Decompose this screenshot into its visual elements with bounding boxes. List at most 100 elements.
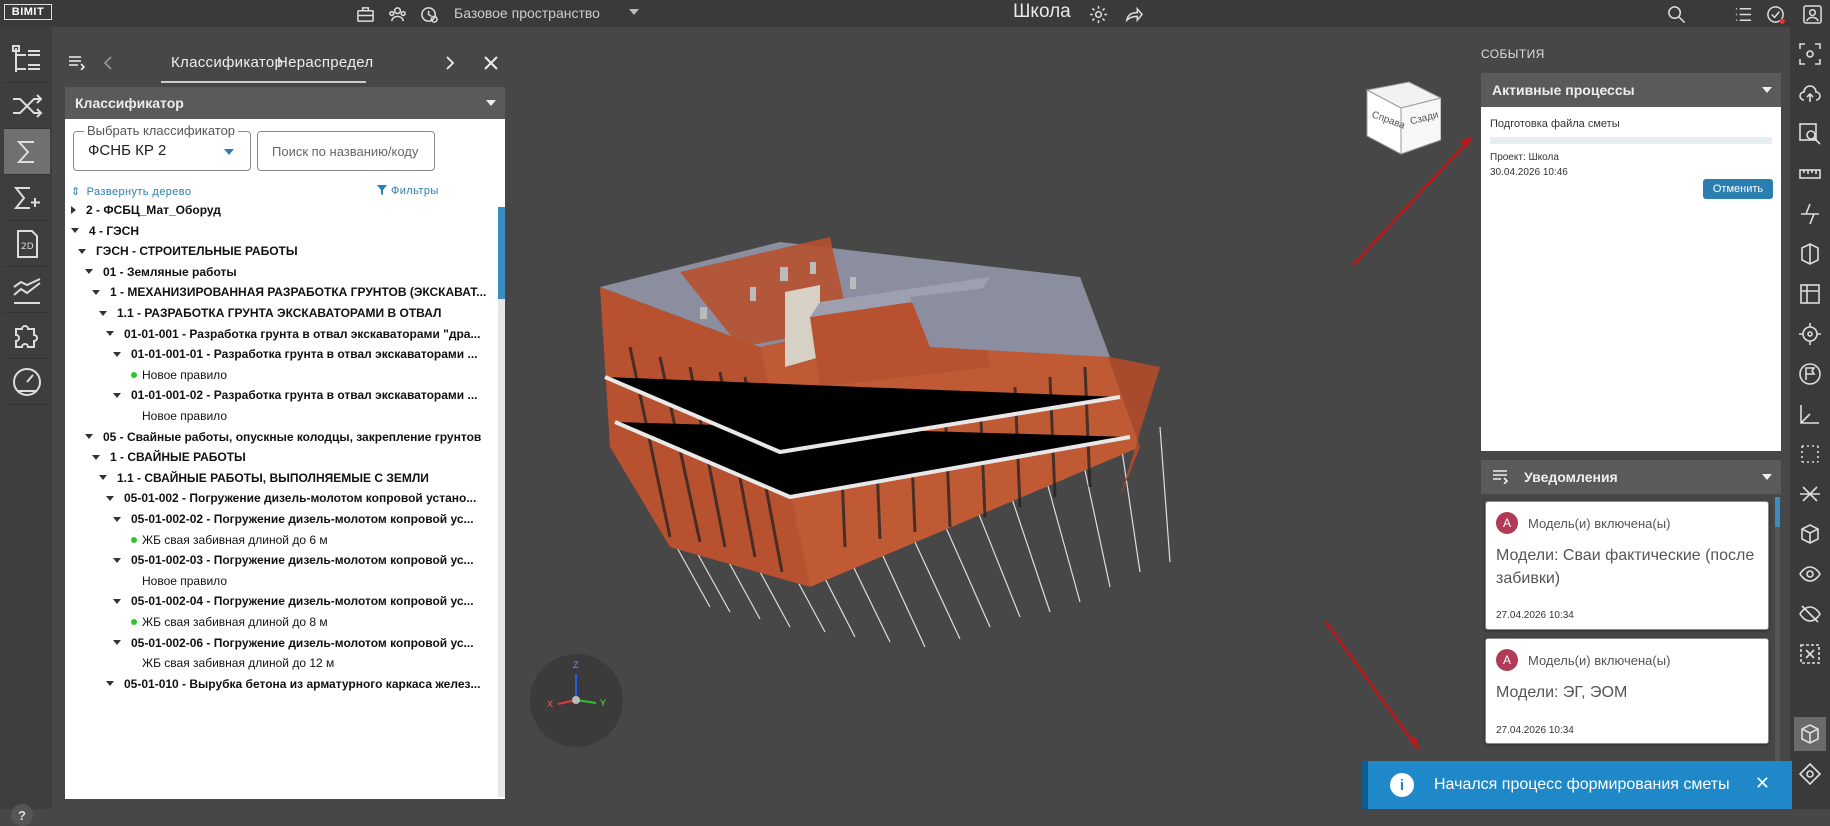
tree-node[interactable]: 01 - Земляные работы (65, 261, 237, 283)
notification-card[interactable]: А Модель(и) включена(ы) Модели: Сваи фак… (1485, 501, 1769, 630)
space-selector[interactable]: Базовое пространство (454, 5, 600, 21)
remove-selection-icon[interactable] (1794, 637, 1826, 671)
ruler-icon[interactable] (1794, 157, 1826, 191)
tree-node[interactable]: 4 - ГЭСН (65, 220, 139, 242)
tree-node[interactable]: ГЭСН - СТРОИТЕЛЬНЫЕ РАБОТЫ (65, 240, 298, 262)
team-icon[interactable] (386, 3, 408, 25)
tree-node[interactable]: 1.1 - СВАЙНЫЕ РАБОТЫ, ВЫПОЛНЯЕМЫЕ С ЗЕМЛ… (65, 467, 429, 489)
tree-node[interactable]: 05-01-002-03 - Погружение дизель-молотом… (65, 549, 474, 571)
tree-node[interactable]: 1.1 - РАЗРАБОТКА ГРУНТА ЭКСКАВАТОРАМИ В … (65, 302, 441, 324)
classifier-section-header[interactable]: Классификатор (65, 87, 505, 119)
collapse-icon[interactable] (106, 331, 114, 337)
gear-icon[interactable] (1087, 3, 1109, 25)
chevron-down-icon[interactable] (1762, 87, 1772, 93)
tree-node[interactable]: ЖБ свая забивная длиной до 8 м (65, 611, 328, 633)
collapse-icon[interactable] (113, 516, 121, 522)
fit-view-icon[interactable] (1794, 37, 1826, 71)
orbit-icon[interactable] (1794, 757, 1826, 791)
collapse-icon[interactable] (85, 269, 93, 275)
tree-structure-icon[interactable] (4, 37, 50, 83)
tree-node[interactable]: 2 - ФСБЦ_Мат_Оборуд (65, 199, 221, 221)
collapse-icon[interactable] (113, 640, 121, 646)
chevron-down-icon[interactable] (224, 149, 234, 155)
puzzle-icon[interactable] (4, 313, 50, 359)
notifications-header[interactable]: Уведомления (1481, 460, 1781, 494)
dots-grid-icon[interactable] (1794, 437, 1826, 471)
collapse-icon[interactable] (113, 351, 121, 357)
chevron-down-icon[interactable] (629, 9, 639, 15)
coordinates-icon[interactable] (1794, 397, 1826, 431)
chevron-left-icon[interactable] (103, 56, 113, 70)
collapse-icon[interactable] (85, 434, 93, 440)
help-icon[interactable]: ? (11, 804, 33, 826)
tree-node[interactable]: 1 - СВАЙНЫЕ РАБОТЫ (65, 446, 246, 468)
tab-classifier[interactable]: Классификатор (171, 54, 283, 71)
tree-node[interactable]: Новое правило (65, 405, 227, 427)
close-icon[interactable]: ✕ (1755, 773, 1770, 794)
tree-node[interactable]: ЖБ свая забивная длиной до 6 м (65, 529, 328, 551)
tree-node[interactable]: 05-01-002-06 - Погружение дизель-молотом… (65, 632, 474, 654)
section-box-icon[interactable] (1794, 237, 1826, 271)
tree-node[interactable]: 05-01-002-04 - Погружение дизель-молотом… (65, 590, 474, 612)
collapse-icon[interactable] (99, 310, 107, 316)
scroll-thumb[interactable] (1775, 497, 1780, 527)
notifications-menu-icon[interactable] (1493, 470, 1509, 484)
chevron-down-icon[interactable] (1762, 474, 1772, 480)
history-settings-icon[interactable] (418, 3, 440, 25)
tab-unallocated[interactable]: Нераспредел (277, 54, 389, 71)
chevron-down-icon[interactable] (486, 100, 496, 106)
scroll-thumb[interactable] (498, 207, 505, 299)
solid-cube-icon[interactable] (1794, 717, 1826, 751)
cancel-process-button[interactable]: Отменить (1703, 179, 1773, 199)
tree-node[interactable]: 05-01-002 - Погружение дизель-молотом ко… (65, 487, 476, 509)
grid-plan-icon[interactable] (1794, 277, 1826, 311)
cloud-upload-icon[interactable] (1794, 77, 1826, 111)
close-icon[interactable] (484, 56, 498, 70)
tree-node[interactable]: 05 - Свайные работы, опускные колодцы, з… (65, 426, 481, 448)
chevron-right-icon[interactable] (445, 56, 455, 70)
activity-icon[interactable] (1764, 3, 1786, 25)
list-icon[interactable] (1732, 3, 1754, 25)
tree-node[interactable]: 01-01-001 - Разработка грунта в отвал эк… (65, 323, 480, 345)
search-input[interactable]: Поиск по названию/коду (257, 131, 435, 171)
logo[interactable]: BIMIT (4, 4, 52, 20)
tree-node[interactable]: ЖБ свая забивная длиной до 12 м (65, 652, 334, 674)
collapse-icon[interactable] (106, 495, 114, 501)
tree-node[interactable]: Новое правило (65, 570, 227, 592)
collapse-icon[interactable] (78, 248, 86, 254)
user-icon[interactable] (1801, 3, 1823, 25)
collapse-icon[interactable] (99, 475, 107, 481)
collapse-icon[interactable] (113, 557, 121, 563)
notifications-scrollbar[interactable] (1775, 497, 1780, 797)
zoom-region-icon[interactable] (1794, 117, 1826, 151)
tree-node[interactable]: 01-01-001-02 - Разработка грунта в отвал… (65, 384, 478, 406)
expand-icon[interactable] (71, 206, 76, 214)
active-processes-header[interactable]: Активные процессы (1481, 73, 1781, 107)
shuffle-icon[interactable] (4, 83, 50, 129)
tree-node[interactable]: Новое правило (65, 364, 227, 386)
collapse-icon[interactable] (71, 228, 79, 234)
collapse-icon[interactable] (92, 289, 100, 295)
briefcase-icon[interactable] (354, 3, 376, 25)
tree-node[interactable]: 01-01-001-01 - Разработка грунта в отвал… (65, 343, 478, 365)
notification-card[interactable]: А Модель(и) включена(ы) Модели: ЭГ, ЭОМ … (1485, 638, 1769, 744)
filters-button[interactable]: Фильтры (377, 185, 439, 197)
crosshatch-icon[interactable] (1794, 477, 1826, 511)
gauge-icon[interactable] (4, 359, 50, 405)
tree-node[interactable]: 05-01-010 - Вырубка бетона из арматурног… (65, 673, 480, 695)
share-icon[interactable] (1122, 3, 1144, 25)
collapse-icon[interactable] (113, 598, 121, 604)
classifier-select[interactable]: Выбрать классификатор ФСНБ КР 2 (73, 123, 251, 171)
view-cube[interactable]: Справа Сзади (1361, 78, 1443, 163)
tree-scrollbar[interactable] (498, 207, 505, 797)
3d-viewport[interactable]: Z Y X (520, 27, 1475, 809)
sum-plus-icon[interactable] (4, 175, 50, 221)
eye-off-icon[interactable] (1794, 597, 1826, 631)
section-plane-icon[interactable] (1794, 197, 1826, 231)
flag-icon[interactable] (1794, 357, 1826, 391)
chart-lines-icon[interactable] (4, 267, 50, 313)
collapse-icon[interactable] (113, 392, 121, 398)
sum-icon[interactable] (4, 129, 50, 175)
target-icon[interactable] (1794, 317, 1826, 351)
collapse-icon[interactable] (106, 681, 114, 687)
